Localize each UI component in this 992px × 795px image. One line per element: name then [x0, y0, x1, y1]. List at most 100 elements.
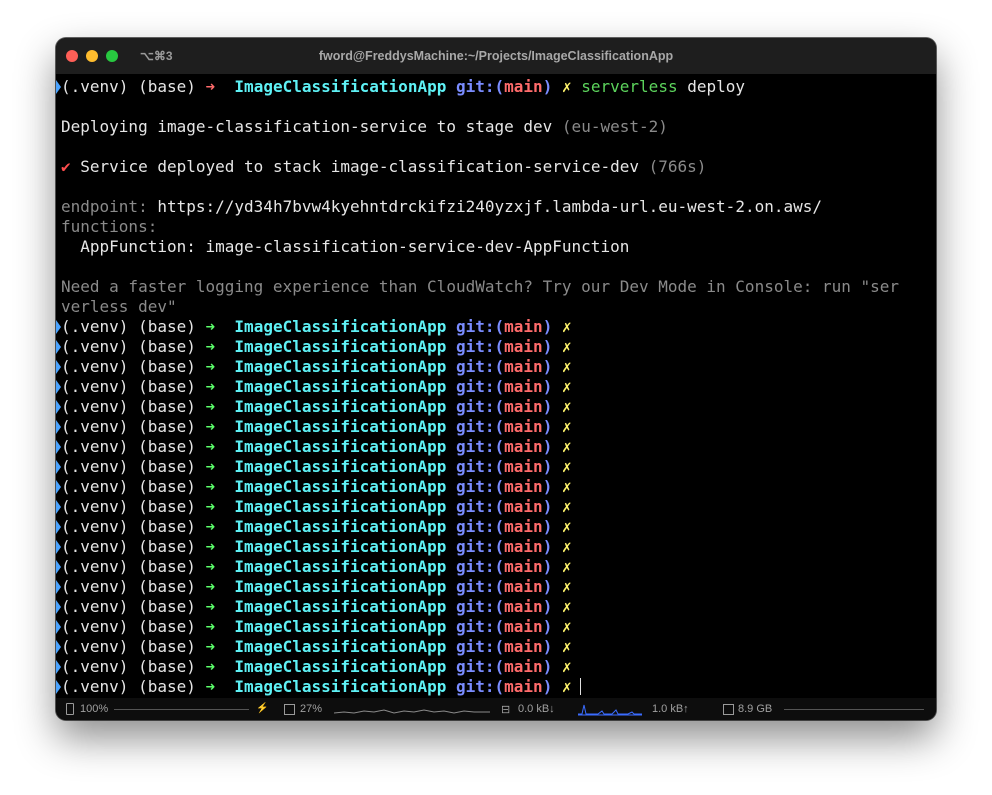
current-directory: ImageClassificationApp	[234, 677, 447, 696]
venv-label: (.venv)	[61, 397, 129, 416]
conda-env-label: (base)	[138, 597, 196, 616]
git-label: git:(	[455, 377, 505, 396]
git-label-close: )	[542, 377, 553, 396]
cpu-usage: 27%	[300, 703, 323, 715]
network-up: 1.0 kB↑	[652, 703, 689, 715]
prompt-line: (.venv) (base) ➜ ImageClassificationApp …	[56, 417, 936, 437]
git-label-close: )	[542, 357, 553, 376]
git-branch: main	[504, 557, 543, 576]
prompt-marker-icon	[56, 500, 61, 514]
git-branch: main	[504, 517, 543, 536]
output-line: AppFunction: image-classification-servic…	[61, 237, 630, 256]
git-label-close: )	[542, 497, 553, 516]
prompt-marker-icon	[56, 340, 61, 354]
venv-label: (.venv)	[61, 617, 129, 636]
prompt-arrow-icon: ➜	[205, 357, 216, 376]
dirty-marker-icon: ✗	[561, 637, 572, 656]
dirty-marker-icon: ✗	[561, 317, 572, 336]
venv-label: (.venv)	[61, 637, 129, 656]
venv-label: (.venv)	[61, 557, 129, 576]
git-branch: main	[504, 397, 543, 416]
endpoint-url[interactable]: https://yd34h7bvw4kyehntdrckifzi240yzxjf…	[157, 197, 822, 216]
current-directory: ImageClassificationApp	[234, 357, 447, 376]
git-label-close: )	[542, 657, 553, 676]
git-branch: main	[504, 637, 543, 656]
conda-env-label: (base)	[138, 557, 196, 576]
current-directory: ImageClassificationApp	[234, 457, 447, 476]
dirty-marker-icon: ✗	[561, 377, 572, 396]
conda-env-label: (base)	[138, 397, 196, 416]
prompt-arrow-icon: ➜	[205, 397, 216, 416]
git-branch: main	[504, 437, 543, 456]
dirty-marker-icon: ✗	[561, 357, 572, 376]
prompt-line: (.venv) (base) ➜ ImageClassificationApp …	[56, 597, 936, 617]
current-directory: ImageClassificationApp	[234, 377, 447, 396]
prompt-arrow-icon: ➜	[205, 557, 216, 576]
output-line: Deploying image-classification-service t…	[61, 117, 668, 136]
git-label: git:(	[455, 617, 505, 636]
prompt-marker-icon	[56, 80, 61, 94]
prompt-arrow-icon: ➜	[205, 417, 216, 436]
git-label-close: )	[542, 537, 553, 556]
prompt-arrow-icon: ➜	[205, 537, 216, 556]
git-label-close: )	[542, 637, 553, 656]
prompt-marker-icon	[56, 400, 61, 414]
git-label: git:(	[455, 477, 505, 496]
venv-label: (.venv)	[61, 337, 129, 356]
prompt-line: (.venv) (base) ➜ ImageClassificationApp …	[56, 497, 936, 517]
memory-icon	[723, 704, 734, 715]
venv-label: (.venv)	[61, 317, 129, 336]
conda-env-label: (base)	[138, 77, 196, 96]
git-branch: main	[504, 357, 543, 376]
git-label-close: )	[542, 457, 553, 476]
prompt-arrow-icon: ➜	[205, 477, 216, 496]
git-branch: main	[504, 77, 543, 96]
prompt-arrow-icon: ➜	[205, 437, 216, 456]
git-label-close: )	[542, 577, 553, 596]
conda-env-label: (base)	[138, 357, 196, 376]
conda-env-label: (base)	[138, 577, 196, 596]
venv-label: (.venv)	[61, 457, 129, 476]
git-label: git:(	[455, 557, 505, 576]
prompt-line: (.venv) (base) ➜ ImageClassificationApp …	[56, 477, 936, 497]
prompt-line: (.venv) (base) ➜ ImageClassificationApp …	[56, 377, 936, 397]
prompt-arrow-icon: ➜	[205, 597, 216, 616]
git-label-close: )	[542, 597, 553, 616]
git-branch: main	[504, 537, 543, 556]
git-label: git:(	[455, 457, 505, 476]
git-label: git:(	[455, 597, 505, 616]
git-label-close: )	[542, 617, 553, 636]
conda-env-label: (base)	[138, 497, 196, 516]
prompt-marker-icon	[56, 380, 61, 394]
git-label: git:(	[455, 497, 505, 516]
git-label-close: )	[542, 397, 553, 416]
current-directory: ImageClassificationApp	[234, 577, 447, 596]
current-directory: ImageClassificationApp	[234, 317, 447, 336]
prompt-line: (.venv) (base) ➜ ImageClassificationApp …	[56, 457, 936, 477]
conda-env-label: (base)	[138, 537, 196, 556]
conda-env-label: (base)	[138, 337, 196, 356]
terminal-output[interactable]: (.venv) (base) ➜ ImageClassificationApp …	[56, 77, 936, 697]
dirty-marker-icon: ✗	[561, 597, 572, 616]
conda-env-label: (base)	[138, 677, 196, 696]
conda-env-label: (base)	[138, 657, 196, 676]
prompt-marker-icon	[56, 420, 61, 434]
prompt-marker-icon	[56, 560, 61, 574]
prompt-line: (.venv) (base) ➜ ImageClassificationApp …	[56, 677, 936, 697]
battery-icon	[66, 703, 74, 715]
dirty-marker-icon: ✗	[561, 517, 572, 536]
dirty-marker-icon: ✗	[561, 657, 572, 676]
git-label-close: )	[542, 417, 553, 436]
git-label: git:(	[455, 337, 505, 356]
prompt-line: (.venv) (base) ➜ ImageClassificationApp …	[56, 537, 936, 557]
venv-label: (.venv)	[61, 597, 129, 616]
conda-env-label: (base)	[138, 517, 196, 536]
git-branch: main	[504, 377, 543, 396]
battery-meter	[114, 709, 249, 710]
output-line: endpoint: https://yd34h7bvw4kyehntdrckif…	[61, 197, 823, 216]
prompt-arrow-icon: ➜	[205, 77, 216, 96]
conda-env-label: (base)	[138, 377, 196, 396]
prompt-arrow-icon: ➜	[205, 377, 216, 396]
prompt-marker-icon	[56, 620, 61, 634]
current-directory: ImageClassificationApp	[234, 77, 447, 96]
